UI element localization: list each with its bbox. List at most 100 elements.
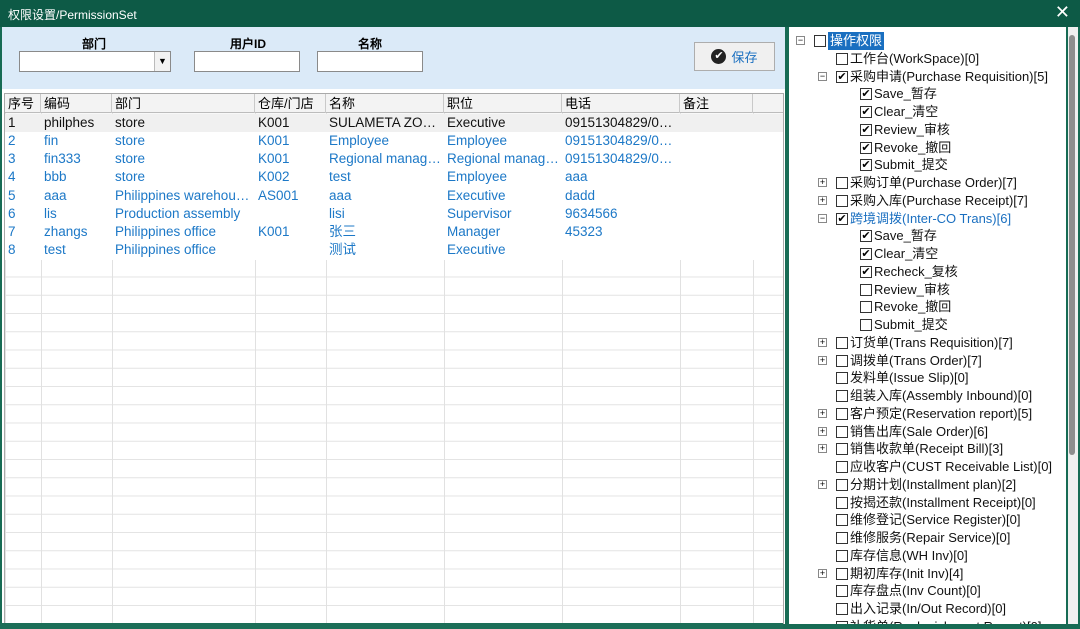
expand-icon[interactable]: + xyxy=(818,337,827,347)
checkbox[interactable] xyxy=(836,425,848,438)
column-header[interactable]: 仓库/门店 xyxy=(255,94,326,113)
tree-node[interactable]: ✔ 采购申请(Purchase Requisition)[5] xyxy=(836,68,1048,86)
tree-node[interactable]: 期初库存(Init Inv)[4] xyxy=(836,565,963,583)
tree-node[interactable]: 按揭还款(Installment Receipt)[0] xyxy=(836,494,1036,512)
expand-icon[interactable]: + xyxy=(818,568,827,578)
collapse-icon[interactable]: − xyxy=(818,213,827,223)
table-row[interactable]: 5 aaa Philippines warehou… AS001 aaa Executiv… xyxy=(5,186,783,205)
expand-icon[interactable]: + xyxy=(818,426,827,436)
tree-node[interactable]: 维修登记(Service Register)[0] xyxy=(836,511,1020,529)
expand-icon[interactable]: + xyxy=(818,479,827,489)
checkbox[interactable] xyxy=(860,283,872,296)
tree-node[interactable]: ✔ Recheck_复核 xyxy=(860,263,958,281)
tree-node[interactable]: 发料单(Issue Slip)[0] xyxy=(836,369,968,387)
checkbox[interactable] xyxy=(836,194,848,207)
tree-node[interactable]: ✔ Revoke_撤回 xyxy=(860,139,951,157)
checkbox[interactable]: ✔ xyxy=(860,265,872,278)
tree-node[interactable]: Submit_提交 xyxy=(860,316,948,334)
table-row[interactable]: 7 zhangs Philippines office K001 张三 Manager 45… xyxy=(5,223,783,242)
checkbox[interactable] xyxy=(836,443,848,456)
checkbox[interactable] xyxy=(836,496,848,509)
checkbox[interactable]: ✔ xyxy=(836,70,848,83)
expand-icon[interactable]: + xyxy=(818,178,827,187)
checkbox[interactable] xyxy=(836,336,848,349)
tree-node[interactable]: 库存信息(WH Inv)[0] xyxy=(836,547,968,565)
table-row[interactable]: 3 fin333 store K001 Regional manag… Regional … xyxy=(5,150,783,169)
tree-node[interactable]: 分期计划(Installment plan)[2] xyxy=(836,476,1016,494)
tree-node[interactable]: ✔ Clear_清空 xyxy=(860,103,938,121)
name-input[interactable] xyxy=(317,51,423,72)
tree-node[interactable]: ✔ 跨境调拨(Inter-CO Trans)[6] xyxy=(836,210,1011,228)
tree-node[interactable]: 库存盘点(Inv Count)[0] xyxy=(836,582,981,600)
expand-icon[interactable]: + xyxy=(818,444,827,454)
tree-node[interactable]: Revoke_撤回 xyxy=(860,298,951,316)
tree-scrollbar-thumb[interactable] xyxy=(1069,35,1075,455)
checkbox[interactable]: ✔ xyxy=(860,106,872,118)
checkbox[interactable] xyxy=(836,372,848,385)
expand-icon[interactable]: + xyxy=(818,355,827,365)
close-icon[interactable]: ✕ xyxy=(1055,3,1070,21)
tree-node[interactable]: 维修服务(Repair Service)[0] xyxy=(836,529,1010,547)
table-row[interactable]: 8 test Philippines office 测试 Executive xyxy=(5,241,783,260)
tree-node[interactable]: 订货单(Trans Requisition)[7] xyxy=(836,334,1013,352)
checkbox[interactable]: ✔ xyxy=(860,123,872,136)
checkbox[interactable] xyxy=(836,585,848,598)
expand-icon[interactable]: + xyxy=(818,195,827,205)
tree-node[interactable]: 应收客户(CUST Receivable List)[0] xyxy=(836,458,1052,476)
checkbox[interactable] xyxy=(836,461,848,473)
column-header[interactable]: 部门 xyxy=(112,94,255,113)
tree-node[interactable]: ✔ Clear_清空 xyxy=(860,245,938,263)
tree-node[interactable]: ✔ Save_暂存 xyxy=(860,227,937,245)
userid-input[interactable] xyxy=(194,51,300,72)
checkbox[interactable] xyxy=(836,620,848,624)
tree-node[interactable]: ✔ Submit_提交 xyxy=(860,156,948,174)
tree-node[interactable]: 补货单(Replenishment Report)[0] xyxy=(836,618,1041,624)
checkbox[interactable] xyxy=(836,514,848,527)
checkbox[interactable] xyxy=(836,549,848,562)
checkbox[interactable] xyxy=(836,603,848,615)
table-row[interactable]: 1 philphes store K001 SULAMETA ZOB… Executive… xyxy=(5,113,783,132)
tree-node[interactable]: 操作权限 xyxy=(814,32,885,50)
column-header[interactable]: 电话 xyxy=(562,94,680,113)
tree-node[interactable]: 组装入库(Assembly Inbound)[0] xyxy=(836,387,1032,405)
tree-node[interactable]: ✔ Review_审核 xyxy=(860,121,950,139)
checkbox[interactable] xyxy=(836,177,848,189)
table-row[interactable]: 2 fin store K001 Employee Employee 09151304829… xyxy=(5,131,783,150)
column-header[interactable]: 编码 xyxy=(41,94,112,113)
checkbox[interactable]: ✔ xyxy=(860,88,872,101)
checkbox[interactable]: ✔ xyxy=(860,230,872,243)
checkbox[interactable]: ✔ xyxy=(860,141,872,154)
checkbox[interactable] xyxy=(860,301,872,314)
expand-icon[interactable]: + xyxy=(818,408,827,418)
checkbox[interactable]: ✔ xyxy=(860,159,872,172)
chevron-down-icon[interactable]: ▼ xyxy=(154,52,170,71)
checkbox[interactable] xyxy=(860,319,872,331)
tree-node[interactable]: Review_审核 xyxy=(860,281,950,299)
tree-node[interactable]: ✔ Save_暂存 xyxy=(860,85,937,103)
checkbox[interactable] xyxy=(836,390,848,402)
checkbox[interactable]: ✔ xyxy=(836,212,848,225)
column-header[interactable]: 备注 xyxy=(680,94,753,113)
save-button[interactable]: ✔ 保存 xyxy=(694,42,775,71)
checkbox[interactable] xyxy=(836,407,848,420)
dept-select[interactable]: ▼ xyxy=(19,51,171,72)
permission-tree[interactable]: − 操作权限 工作台(WorkSpace)[0] − ✔ 采购申请(Purchase Re… xyxy=(789,27,1066,624)
column-header[interactable]: 序号 xyxy=(5,94,41,113)
tree-node[interactable]: 客户预定(Reservation report)[5] xyxy=(836,405,1032,423)
column-header[interactable]: 职位 xyxy=(444,94,562,113)
checkbox[interactable] xyxy=(836,52,848,65)
table-row[interactable]: 6 lis Production assembly lisi Supervisor 963… xyxy=(5,204,783,223)
table-row[interactable]: 4 bbb store K002 test Employee aaa xyxy=(5,168,783,187)
checkbox[interactable] xyxy=(836,532,848,544)
tree-node[interactable]: 销售收款单(Receipt Bill)[3] xyxy=(836,440,1003,458)
checkbox[interactable] xyxy=(814,35,826,47)
tree-node[interactable]: 采购入库(Purchase Receipt)[7] xyxy=(836,192,1028,210)
checkbox[interactable] xyxy=(836,478,848,491)
checkbox[interactable] xyxy=(836,567,848,580)
column-header[interactable]: 名称 xyxy=(326,94,444,113)
checkbox[interactable]: ✔ xyxy=(860,248,872,260)
tree-node[interactable]: 工作台(WorkSpace)[0] xyxy=(836,50,979,68)
user-grid[interactable]: 序号 编码 部门 仓库/门店 名称 职位 电话 备注 1 philphes store K001 SUL… xyxy=(4,93,784,624)
tree-node[interactable]: 采购订单(Purchase Order)[7] xyxy=(836,174,1017,192)
tree-node[interactable]: 出入记录(In/Out Record)[0] xyxy=(836,600,1006,618)
